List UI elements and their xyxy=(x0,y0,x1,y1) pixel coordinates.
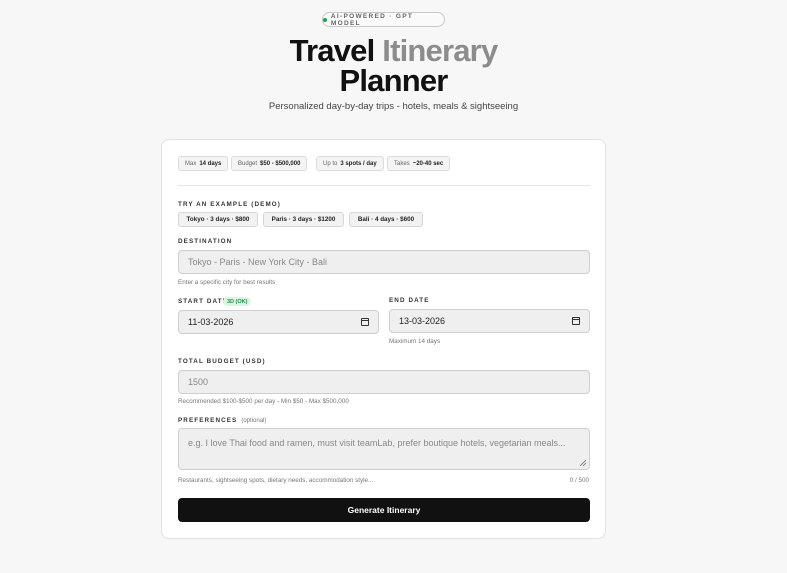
example-tokyo-button[interactable]: Tokyo · 3 days · $800 xyxy=(178,212,258,227)
limit-value: ~20-40 sec xyxy=(412,160,444,167)
calendar-icon[interactable] xyxy=(572,317,580,325)
budget-input[interactable]: 1500 xyxy=(178,370,590,394)
character-counter: 0 / 500 xyxy=(569,477,589,484)
start-date-label: START DATE xyxy=(178,298,228,305)
model-badge: AI-POWERED · GPT MODEL xyxy=(322,12,445,27)
destination-input[interactable]: Tokyo - Paris - New York City - Bali xyxy=(178,250,590,274)
destination-hint: Enter a specific city for best results xyxy=(178,279,276,286)
limit-chip-time: Takes ~20-40 sec xyxy=(387,156,451,171)
page-subtitle: Personalized day-by-day trips - hotels, … xyxy=(268,101,519,112)
budget-hint: Recommended $100-$500 per day - Min $50 … xyxy=(178,398,349,405)
examples-label: TRY AN EXAMPLE (DEMO) xyxy=(178,201,281,208)
limit-chip-spots: Up to 3 spots / day xyxy=(316,156,384,171)
example-bali-button[interactable]: Bali · 4 days · $600 xyxy=(349,212,423,227)
preferences-label: PREFERENCES (optional) xyxy=(178,417,266,424)
limit-prefix: Max xyxy=(185,160,197,167)
duration-status-badge: 3D (OK) xyxy=(223,297,252,306)
limit-value: 3 spots / day xyxy=(340,160,377,167)
end-date-label: END DATE xyxy=(389,297,430,304)
end-date-input[interactable]: 13-03-2026 xyxy=(389,309,590,333)
limit-value: 14 days xyxy=(199,160,222,167)
page-title: Travel Itinerary xyxy=(0,35,787,66)
preferences-hint: Restaurants, sightseeing spots, dietary … xyxy=(178,477,374,484)
end-date-value: 13-03-2026 xyxy=(399,316,446,326)
end-date-hint: Maximum 14 days xyxy=(389,338,441,345)
preferences-placeholder: e.g. I love Thai food and ramen, must vi… xyxy=(188,438,566,448)
budget-label: TOTAL BUDGET (USD) xyxy=(178,358,266,365)
start-date-value: 11-03-2026 xyxy=(188,317,234,327)
planner-form-card: Max 14 days Budget $50 - $500,000 Up to 3 s… xyxy=(161,139,606,539)
preferences-textarea[interactable]: e.g. I love Thai food and ramen, must vi… xyxy=(178,428,590,470)
badge-text: AI-POWERED · GPT MODEL xyxy=(330,12,414,27)
limit-value: $50 - $500,000 xyxy=(260,160,301,167)
resize-handle-icon[interactable] xyxy=(580,460,586,466)
limit-chip-max: Max 14 days xyxy=(178,156,229,171)
calendar-icon[interactable] xyxy=(361,318,369,326)
limit-chip-budget: Budget $50 - $500,000 xyxy=(231,156,308,171)
generate-itinerary-button[interactable]: Generate Itinerary xyxy=(178,498,590,522)
preferences-label-text: PREFERENCES xyxy=(178,417,238,424)
limit-prefix: Takes xyxy=(394,160,410,167)
example-paris-button[interactable]: Paris · 3 days · $1200 xyxy=(263,212,344,227)
divider xyxy=(178,185,590,186)
limit-prefix: Up to xyxy=(323,160,338,167)
limit-prefix: Budget xyxy=(238,160,258,167)
status-dot-icon xyxy=(323,17,327,22)
start-date-input[interactable]: 11-03-2026 xyxy=(178,310,379,334)
destination-label: DESTINATION xyxy=(178,238,233,245)
preferences-optional: (optional) xyxy=(241,418,267,424)
page-title-line2: Planner xyxy=(339,63,448,98)
